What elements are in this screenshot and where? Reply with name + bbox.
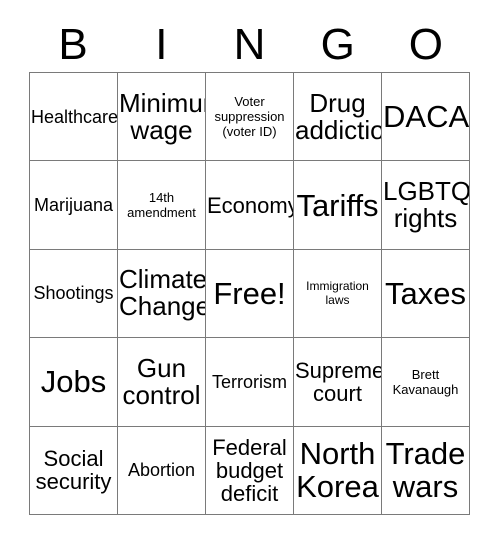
bingo-cell-r2-c3[interactable]: Economy: [206, 161, 294, 250]
bingo-card: B I N G O HealthcareMinimum wageVoter suppre…: [29, 18, 470, 515]
bingo-grid: HealthcareMinimum wageVoter suppression …: [29, 72, 470, 515]
bingo-cell-r5-c3[interactable]: Federal budget deficit: [206, 426, 294, 515]
bingo-cell-r4-c1[interactable]: Jobs: [30, 338, 118, 427]
bingo-cell-label: Brett Kavanaugh: [392, 366, 459, 397]
bingo-cell-label: Marijuana: [33, 195, 114, 216]
bingo-cell-label: Abortion: [127, 460, 196, 481]
bingo-header-letter-g: G: [320, 20, 355, 69]
bingo-cell-label: Trade wars: [385, 436, 466, 505]
bingo-cell-label: Voter suppression (voter ID): [214, 94, 285, 140]
bingo-cell-r3-c2[interactable]: Climate Change: [118, 249, 206, 339]
bingo-cell-r2-c4[interactable]: Tariffs: [294, 161, 382, 250]
bingo-cell-label: DACA: [383, 99, 470, 135]
bingo-cell-r5-c2[interactable]: Abortion: [118, 426, 206, 515]
bingo-cell-label: Gun control: [122, 352, 201, 410]
bingo-cell-label: Healthcare: [31, 106, 118, 127]
bingo-cell-r3-c1[interactable]: Shootings: [30, 249, 118, 339]
bingo-cell-label: Supreme court: [295, 357, 382, 406]
bingo-cell-label: Federal budget deficit: [212, 434, 287, 506]
bingo-cell-label: Free!: [213, 275, 286, 311]
bingo-cell-label: North Korea: [296, 436, 379, 505]
bingo-cell-label: Jobs: [40, 364, 107, 400]
bingo-header-letter-n: N: [233, 20, 266, 69]
bingo-cell-r3-c5[interactable]: Taxes: [382, 249, 470, 339]
bingo-header-letter-b: B: [58, 20, 88, 69]
bingo-cell-label: Social security: [35, 446, 112, 495]
bingo-row: Social security Abortion Federal budget de…: [30, 426, 470, 515]
bingo-row: Shootings Climate Change Free! Immigration …: [30, 249, 470, 339]
bingo-row: Marijuana 14th amendment Economy Tariffs LGB…: [30, 161, 470, 250]
bingo-cell-label: LGBTQ rights: [383, 176, 470, 234]
bingo-cell-label: Immigration laws: [306, 279, 369, 308]
bingo-cell-label: Economy: [207, 192, 294, 218]
bingo-cell-r2-c1[interactable]: Marijuana: [30, 161, 118, 250]
bingo-cell-label: Shootings: [33, 283, 114, 304]
bingo-cell-r3-c3[interactable]: Free!: [206, 249, 294, 339]
bingo-cell-label: Taxes: [385, 275, 466, 311]
bingo-header: BINGO: [29, 18, 470, 72]
bingo-cell-r1-c3[interactable]: Voter suppression (voter ID): [206, 73, 294, 162]
bingo-cell-label: Climate Change: [119, 264, 206, 322]
bingo-cell-label: Drug addiction: [295, 87, 381, 145]
bingo-cell-r1-c4[interactable]: Drug addiction: [294, 73, 382, 162]
bingo-row: Jobs Gun control Terrorism Supreme court Bre…: [30, 338, 470, 427]
bingo-cell-r5-c5[interactable]: Trade wars: [382, 426, 470, 515]
bingo-cell-r3-c4[interactable]: Immigration laws: [294, 249, 382, 339]
bingo-cell-r2-c2[interactable]: 14th amendment: [118, 161, 206, 250]
bingo-row: HealthcareMinimum wageVoter suppression …: [30, 73, 470, 162]
bingo-cell-r2-c5[interactable]: LGBTQ rights: [382, 161, 470, 250]
bingo-cell-r1-c1[interactable]: Healthcare: [30, 73, 118, 162]
bingo-cell-r4-c5[interactable]: Brett Kavanaugh: [382, 338, 470, 427]
bingo-cell-r5-c4[interactable]: North Korea: [294, 426, 382, 515]
bingo-cell-r4-c4[interactable]: Supreme court: [294, 338, 382, 427]
bingo-cell-r1-c2[interactable]: Minimum wage: [118, 73, 206, 162]
bingo-cell-label: Minimum wage: [119, 87, 205, 145]
bingo-cell-label: Terrorism: [212, 371, 287, 392]
bingo-header-letter-o: O: [408, 20, 444, 69]
bingo-cell-label: Tariffs: [296, 187, 379, 223]
bingo-cell-label: 14th amendment: [127, 190, 196, 221]
bingo-header-letter-i: I: [155, 20, 168, 69]
bingo-cell-r1-c5[interactable]: DACA: [382, 73, 470, 162]
bingo-cell-r4-c3[interactable]: Terrorism: [206, 338, 294, 427]
bingo-cell-r5-c1[interactable]: Social security: [30, 426, 118, 515]
bingo-cell-r4-c2[interactable]: Gun control: [118, 338, 206, 427]
